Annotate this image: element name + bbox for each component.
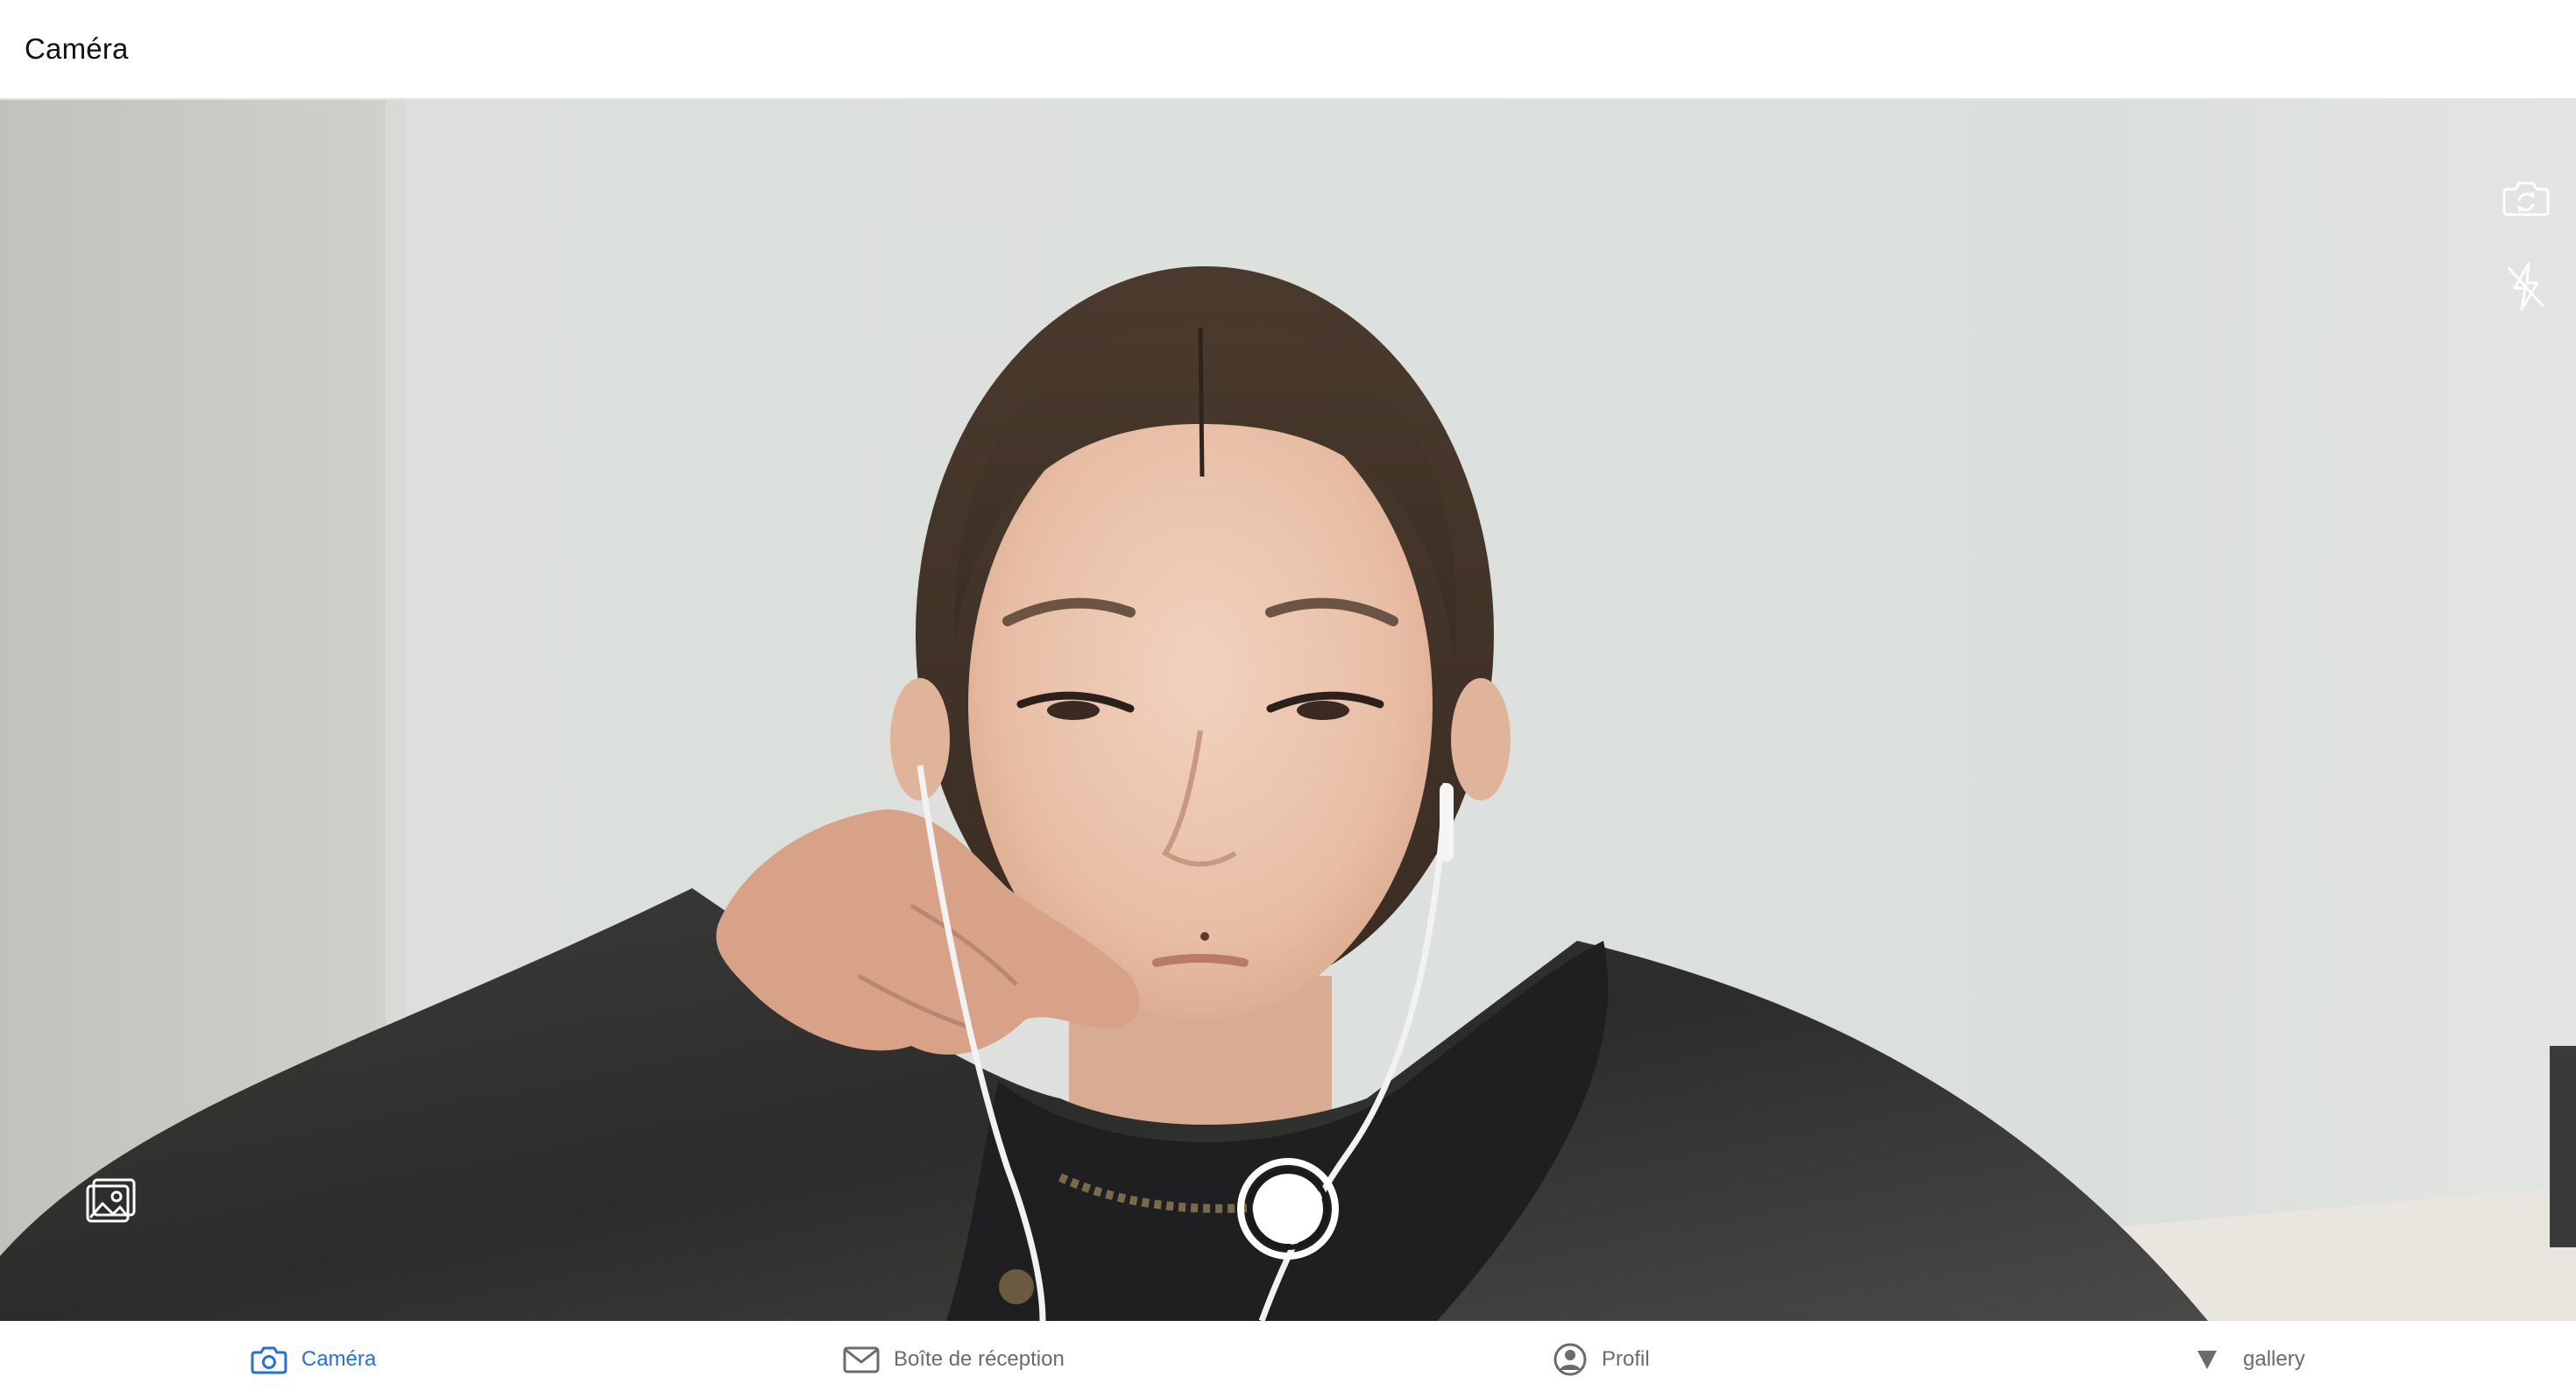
app-header: Caméra: [0, 0, 2576, 100]
shutter-button[interactable]: [1235, 1156, 1341, 1261]
tab-inbox-label: Boîte de réception: [894, 1347, 1065, 1371]
camera-icon: [251, 1346, 287, 1374]
camera-switch-icon: [2502, 181, 2550, 216]
camera-viewfinder[interactable]: [0, 100, 2576, 1321]
tab-gallery[interactable]: gallery: [2194, 1321, 2305, 1398]
tab-camera-label: Caméra: [301, 1347, 377, 1371]
camera-app: Caméra Caméra Boîte de réception Profil …: [0, 0, 2576, 1398]
tab-camera[interactable]: Caméra: [251, 1321, 376, 1398]
camera-feed-image: [0, 100, 2576, 1321]
photo-gallery-icon: [86, 1178, 136, 1223]
tab-profile[interactable]: Profil: [1553, 1321, 1650, 1398]
mail-icon: [843, 1346, 880, 1373]
switch-camera-button[interactable]: [2495, 172, 2557, 224]
flash-toggle-button[interactable]: [2499, 256, 2553, 317]
shutter-icon: [1237, 1158, 1339, 1260]
open-gallery-button[interactable]: [79, 1170, 144, 1232]
tab-profile-label: Profil: [1602, 1347, 1650, 1371]
user-circle-icon: [1553, 1343, 1587, 1376]
tab-gallery-label: gallery: [2243, 1347, 2305, 1371]
page-title: Caméra: [25, 32, 129, 65]
bottom-tab-bar: Caméra Boîte de réception Profil gallery: [0, 1321, 2576, 1398]
flash-off-icon: [2508, 262, 2544, 311]
tab-inbox[interactable]: Boîte de réception: [843, 1321, 1065, 1398]
triangle-down-icon: [2197, 1351, 2217, 1369]
